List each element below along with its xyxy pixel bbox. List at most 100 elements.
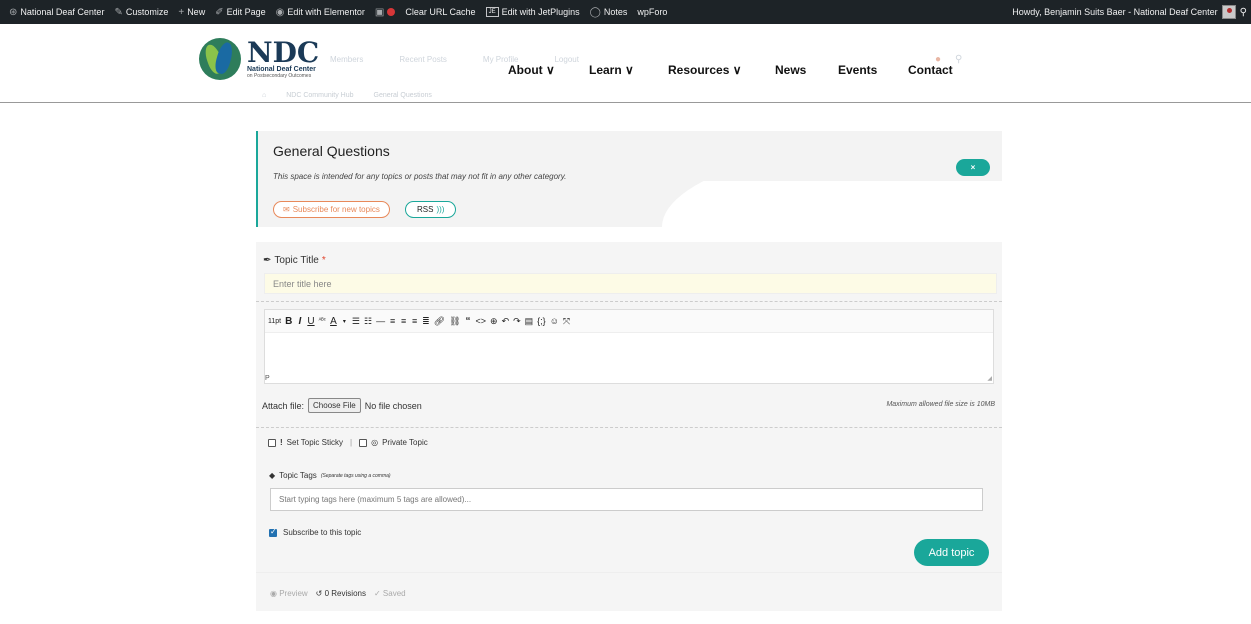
forum-title: General Questions bbox=[273, 143, 390, 159]
rss-icon: ))) bbox=[436, 205, 445, 214]
breadcrumb-current: General Questions bbox=[373, 92, 432, 99]
strikethrough-icon[interactable]: ᴬᴮᶜ bbox=[319, 318, 326, 324]
pencil-icon: ✐ bbox=[215, 6, 224, 18]
forum-header: General Questions This space is intended… bbox=[256, 131, 1002, 227]
rss-button[interactable]: RSS ))) bbox=[405, 201, 457, 218]
status-dot-icon bbox=[387, 8, 396, 16]
blockquote-icon[interactable]: “ bbox=[465, 316, 472, 327]
italic-icon[interactable]: I bbox=[296, 316, 303, 327]
paste-icon[interactable]: ▤ bbox=[525, 316, 534, 327]
code-icon[interactable]: <> bbox=[476, 316, 487, 326]
envelope-icon: ✉ bbox=[283, 205, 290, 214]
redo-icon[interactable]: ↷ bbox=[513, 316, 521, 327]
search-icon[interactable]: ⚲ bbox=[1240, 7, 1247, 18]
close-button[interactable]: × bbox=[956, 159, 990, 176]
horizontal-rule-icon[interactable]: — bbox=[376, 316, 385, 326]
comment-icon: ◯ bbox=[589, 6, 601, 18]
admin-new[interactable]: + New bbox=[173, 0, 210, 24]
admin-notes[interactable]: ◯ Notes bbox=[585, 0, 633, 24]
breadcrumb-hub[interactable]: NDC Community Hub bbox=[286, 92, 353, 99]
elementor-icon: ◉ bbox=[275, 6, 285, 18]
site-logo[interactable]: NDC National Deaf Center on Postsecondar… bbox=[199, 38, 319, 80]
numbered-list-icon[interactable]: ☷ bbox=[364, 316, 372, 327]
brush-icon: ✎ bbox=[114, 6, 123, 18]
admin-jetplugins[interactable]: JE Edit with JetPlugins bbox=[481, 0, 585, 24]
resize-handle-icon[interactable]: ◢ bbox=[987, 375, 992, 382]
tag-icon: ◆ bbox=[269, 471, 276, 480]
admin-bar: ⊛ National Deaf Center ✎ Customize + New ✐ E… bbox=[0, 0, 1251, 24]
revisions-button[interactable]: ↺ 0 Revisions bbox=[316, 589, 366, 598]
plus-icon: + bbox=[178, 6, 185, 18]
pen-icon: ✒ bbox=[263, 255, 272, 266]
nav-events[interactable]: Events bbox=[838, 63, 877, 77]
choose-file-button[interactable]: Choose File bbox=[308, 398, 361, 413]
align-right-icon[interactable]: ≡ bbox=[411, 316, 418, 326]
bullet-list-icon[interactable]: ☰ bbox=[352, 316, 360, 327]
text-color-icon[interactable]: A bbox=[330, 316, 337, 327]
undo-icon[interactable]: ↶ bbox=[502, 316, 510, 327]
preview-button[interactable]: ◉ Preview bbox=[270, 589, 308, 598]
sticky-checkbox[interactable] bbox=[268, 438, 276, 447]
editor-body[interactable]: P ◢ bbox=[265, 334, 995, 384]
avatar[interactable] bbox=[1221, 5, 1236, 19]
align-center-icon[interactable]: ≡ bbox=[400, 316, 407, 326]
admin-site-name[interactable]: ⊛ National Deaf Center bbox=[4, 0, 109, 24]
topic-options: ! Set Topic Sticky | ◎ Private Topic bbox=[268, 438, 428, 447]
admin-clear-cache[interactable]: Clear URL Cache bbox=[400, 0, 480, 24]
jetplugins-icon: JE bbox=[485, 7, 499, 17]
unlink-icon[interactable]: ⛓ bbox=[449, 316, 460, 327]
forum-nav-logout[interactable]: Logout bbox=[554, 55, 578, 64]
subscribe-topics-button[interactable]: ✉ Subscribe for new topics bbox=[273, 201, 390, 218]
max-file-size: Maximum allowed file size is 10MB bbox=[886, 401, 995, 408]
notification-icon[interactable]: ● bbox=[935, 54, 941, 65]
editor-footer: ◉ Preview ↺ 0 Revisions ✓ Saved bbox=[270, 589, 406, 598]
align-justify-icon[interactable]: ≣ bbox=[422, 316, 430, 327]
forum-nav-recent[interactable]: Recent Posts bbox=[399, 55, 447, 64]
nav-resources[interactable]: Resources ∨ bbox=[668, 63, 741, 77]
admin-howdy[interactable]: Howdy, Benjamin Suits Baer - National De… bbox=[1012, 7, 1217, 17]
source-code-icon[interactable]: {;} bbox=[537, 316, 546, 326]
link-icon[interactable]: 🔗︎ bbox=[434, 316, 445, 327]
header-divider bbox=[0, 102, 1251, 103]
logo-tagline: on Postsecondary Outcomes bbox=[247, 72, 312, 79]
logo-subtitle: National Deaf Center bbox=[247, 65, 316, 73]
eye-slash-icon: ◎ bbox=[371, 438, 379, 447]
admin-edit-page[interactable]: ✐ Edit Page bbox=[210, 0, 270, 24]
fullscreen-icon[interactable]: ⤧ bbox=[563, 316, 570, 327]
forum-search-icon[interactable]: ⚲ bbox=[955, 54, 962, 65]
subscribe-checkbox[interactable] bbox=[269, 527, 277, 537]
underline-icon[interactable]: U bbox=[307, 316, 314, 327]
home-icon[interactable]: ⌂ bbox=[262, 92, 266, 99]
admin-yoast[interactable]: ▣ bbox=[370, 0, 400, 24]
bold-icon[interactable]: B bbox=[285, 316, 292, 327]
chevron-down-icon[interactable]: ▾ bbox=[341, 318, 348, 325]
breadcrumb: ⌂ NDC Community Hub General Questions bbox=[262, 92, 432, 99]
admin-wpforo[interactable]: wpForo bbox=[632, 0, 672, 24]
forum-icons-faded: ● ⚲ bbox=[935, 54, 962, 65]
eye-icon: ◉ bbox=[270, 589, 277, 598]
align-left-icon[interactable]: ≡ bbox=[389, 316, 396, 326]
exclamation-icon: ! bbox=[280, 438, 283, 447]
admin-customize[interactable]: ✎ Customize bbox=[109, 0, 173, 24]
forum-nav-members[interactable]: Members bbox=[330, 55, 363, 64]
nav-contact[interactable]: Contact bbox=[908, 63, 953, 77]
topic-tags-input[interactable]: Start typing tags here (maximum 5 tags a… bbox=[270, 488, 983, 511]
yoast-icon: ▣ bbox=[374, 6, 385, 18]
nav-news[interactable]: News bbox=[775, 63, 806, 77]
topic-tags-label: ◆ Topic Tags (Separate tags using a comm… bbox=[269, 471, 391, 480]
admin-edit-elementor[interactable]: ◉ Edit with Elementor bbox=[271, 0, 370, 24]
insert-icon[interactable]: ⊕ bbox=[490, 316, 498, 327]
divider bbox=[256, 572, 1002, 573]
font-size-select[interactable]: 11pt bbox=[268, 318, 281, 325]
subscribe-topic: Subscribe to this topic bbox=[269, 527, 361, 537]
add-topic-button[interactable]: Add topic bbox=[914, 539, 989, 566]
forum-description: This space is intended for any topics or… bbox=[273, 172, 567, 181]
topic-title-input[interactable]: Enter title here bbox=[264, 273, 997, 294]
editor-toolbar: 11pt B I U ᴬᴮᶜ A ▾ ☰ ☷ — ≡ ≡ ≡ ≣ 🔗︎ ⛓ “ … bbox=[265, 310, 993, 333]
nav-learn[interactable]: Learn ∨ bbox=[589, 63, 634, 77]
emoji-icon[interactable]: ☺ bbox=[550, 316, 559, 326]
saved-status: ✓ Saved bbox=[373, 589, 406, 598]
private-checkbox[interactable] bbox=[359, 438, 368, 447]
post-editor[interactable]: 11pt B I U ᴬᴮᶜ A ▾ ☰ ☷ — ≡ ≡ ≡ ≣ 🔗︎ ⛓ “ … bbox=[264, 309, 994, 384]
nav-about[interactable]: About ∨ bbox=[508, 63, 555, 77]
